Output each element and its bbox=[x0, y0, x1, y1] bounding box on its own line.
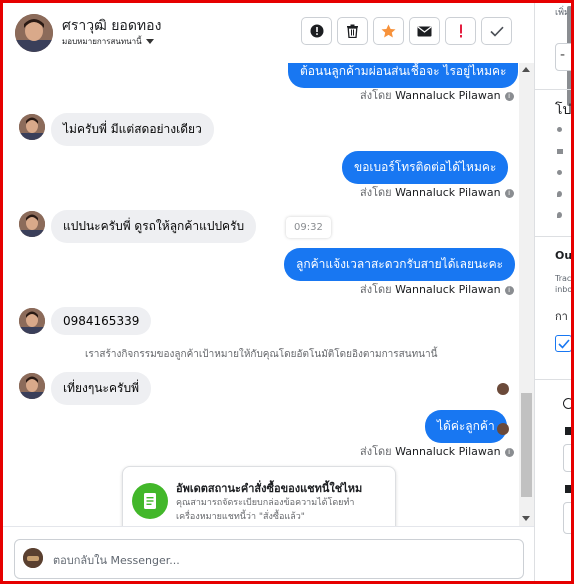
sender-name: Wannaluck Pilawan bbox=[395, 445, 501, 458]
chat-scrollbar[interactable] bbox=[519, 63, 534, 526]
avatar-photo-icon bbox=[19, 373, 45, 399]
outcome-heading: Ou bbox=[555, 249, 572, 262]
contact-avatar-small bbox=[19, 373, 45, 399]
envelope-icon bbox=[417, 26, 432, 36]
checkbox[interactable] bbox=[555, 335, 572, 352]
contact-avatar[interactable] bbox=[15, 14, 53, 52]
user-icon bbox=[557, 170, 562, 175]
location-icon bbox=[557, 212, 562, 218]
incoming-message[interactable]: แปปนะครับพี่ ดูรถให้ลูกค้าแปปครับ bbox=[51, 210, 257, 243]
info-icon[interactable]: i bbox=[504, 188, 514, 198]
sent-by-label: ส่งโดย Wannaluck Pilawan i bbox=[360, 183, 514, 201]
trash-icon bbox=[347, 24, 358, 38]
sent-by-prefix: ส่งโดย bbox=[360, 186, 392, 199]
delete-button[interactable] bbox=[337, 17, 368, 45]
outgoing-message[interactable]: ต้อนนลูกค้ามผ่อนส่นเชื้อจะ ไรอยู่ไหมคะ bbox=[288, 63, 519, 88]
incoming-message[interactable]: ไม่ครับพี่ มีแต่สดอย่างเดียว bbox=[51, 113, 214, 146]
info-icon[interactable]: i bbox=[504, 285, 514, 295]
assign-label: มอบหมายการสนทนานี้ bbox=[62, 37, 142, 46]
incoming-message[interactable]: 0984165339 bbox=[51, 307, 152, 335]
sent-by-label: ส่งโดย Wannaluck Pilawan i bbox=[360, 442, 514, 460]
contact-avatar-small bbox=[19, 114, 45, 140]
customer-details-panel: เพิ่ม - โป Ou Trac inbo กา bbox=[534, 3, 572, 581]
message-time-tooltip: 09:32 bbox=[286, 217, 331, 238]
seen-receipt-avatar bbox=[497, 383, 509, 395]
avatar-photo-icon bbox=[19, 114, 45, 140]
info-icon[interactable]: i bbox=[504, 91, 514, 101]
sender-name: Wannaluck Pilawan bbox=[395, 283, 501, 296]
incoming-message[interactable]: เที่ยงๆนะครับพี่ bbox=[51, 372, 151, 405]
divider bbox=[535, 236, 572, 237]
sent-by-prefix: ส่งโดย bbox=[360, 445, 392, 458]
divider bbox=[535, 89, 572, 90]
ka-label: กา bbox=[555, 310, 568, 323]
seen-receipt-avatar bbox=[497, 423, 509, 435]
exclamation-icon bbox=[459, 24, 462, 38]
divider bbox=[535, 379, 572, 380]
scrollbar-thumb[interactable] bbox=[521, 393, 532, 497]
sent-by-label: ส่งโดย Wannaluck Pilawan i bbox=[360, 280, 514, 298]
sender-name: Wannaluck Pilawan bbox=[395, 89, 501, 102]
tracking-line-1: Trac bbox=[555, 274, 572, 283]
check-icon bbox=[489, 26, 504, 37]
sent-by-label: ส่งโดย Wannaluck Pilawan i bbox=[360, 86, 514, 104]
order-document-icon bbox=[132, 483, 168, 519]
outgoing-message[interactable]: ขอเบอร์โทรติดต่อได้ไหมคะ bbox=[342, 151, 509, 184]
sent-by-prefix: ส่งโดย bbox=[360, 89, 392, 102]
card-title: อัพเดตสถานะคำสั่งซื้อของแชทนี้ใช่ไหม bbox=[176, 482, 363, 495]
reply-placeholder: ตอบกลับใน Messenger... bbox=[53, 554, 180, 567]
panel-field-box[interactable] bbox=[563, 502, 572, 534]
avatar-photo-icon bbox=[15, 14, 53, 52]
scroll-up-arrow-icon[interactable] bbox=[522, 67, 530, 72]
star-icon bbox=[381, 24, 396, 38]
contact-avatar-small bbox=[19, 211, 45, 237]
follow-up-button[interactable] bbox=[445, 17, 476, 45]
reply-composer: ตอบกลับใน Messenger... bbox=[3, 526, 534, 582]
reply-input[interactable]: ตอบกลับใน Messenger... bbox=[14, 539, 524, 579]
card-description: คุณสามารถจัดระเบียบกล่องข้อความได้โดยทำเ… bbox=[176, 498, 355, 522]
avatar-photo-icon bbox=[19, 211, 45, 237]
star-button[interactable] bbox=[373, 17, 404, 45]
outgoing-message[interactable]: ได้ค่ะลูกค้า bbox=[425, 410, 507, 443]
info-icon[interactable]: i bbox=[504, 447, 514, 457]
conversation-header: ศราวุฒิ ยอดทอง มอบหมายการสนทนานี้ bbox=[3, 3, 534, 64]
system-activity-note: เราสร้างกิจกรรมของลูกค้าเป้าหมายให้กับคุ… bbox=[85, 349, 438, 360]
outgoing-message[interactable]: ลูกค้าแจ้งเวลาสะดวกรับสายได้เลยนะคะ bbox=[284, 248, 516, 281]
mark-done-button[interactable] bbox=[481, 17, 512, 45]
contact-icon bbox=[557, 127, 562, 132]
alert-circle-icon bbox=[310, 24, 323, 38]
panel-icon bbox=[563, 398, 572, 409]
mark-spam-button[interactable] bbox=[301, 17, 332, 45]
section-heading: โป bbox=[555, 102, 572, 118]
add-field-box[interactable]: - bbox=[555, 43, 572, 71]
scroll-down-arrow-icon[interactable] bbox=[522, 516, 530, 521]
avatar-photo-icon bbox=[19, 308, 45, 334]
order-status-suggestion-card[interactable]: อัพเดตสถานะคำสั่งซื้อของแชทนี้ใช่ไหม คุณ… bbox=[122, 466, 396, 526]
contact-name[interactable]: ศราวุฒิ ยอดทอง bbox=[62, 15, 161, 37]
assign-conversation-dropdown[interactable]: มอบหมายการสนทนานี้ bbox=[62, 35, 154, 48]
message-thread: ต้อนนลูกค้ามผ่อนส่นเชื้อจะ ไรอยู่ไหมคะ ส… bbox=[3, 63, 519, 526]
page-avatar bbox=[23, 548, 43, 568]
location-icon bbox=[557, 191, 562, 197]
caret-down-icon bbox=[145, 39, 154, 44]
contact-avatar-small bbox=[19, 308, 45, 334]
work-icon bbox=[557, 149, 563, 154]
panel-icon bbox=[565, 485, 572, 493]
panel-field-box[interactable] bbox=[563, 444, 572, 472]
check-icon bbox=[558, 339, 570, 349]
sender-name: Wannaluck Pilawan bbox=[395, 186, 501, 199]
sent-by-prefix: ส่งโดย bbox=[360, 283, 392, 296]
tracking-line-2: inbo bbox=[555, 285, 572, 294]
panel-icon bbox=[565, 427, 572, 435]
mark-unread-button[interactable] bbox=[409, 17, 440, 45]
page-logo-icon bbox=[23, 548, 43, 568]
